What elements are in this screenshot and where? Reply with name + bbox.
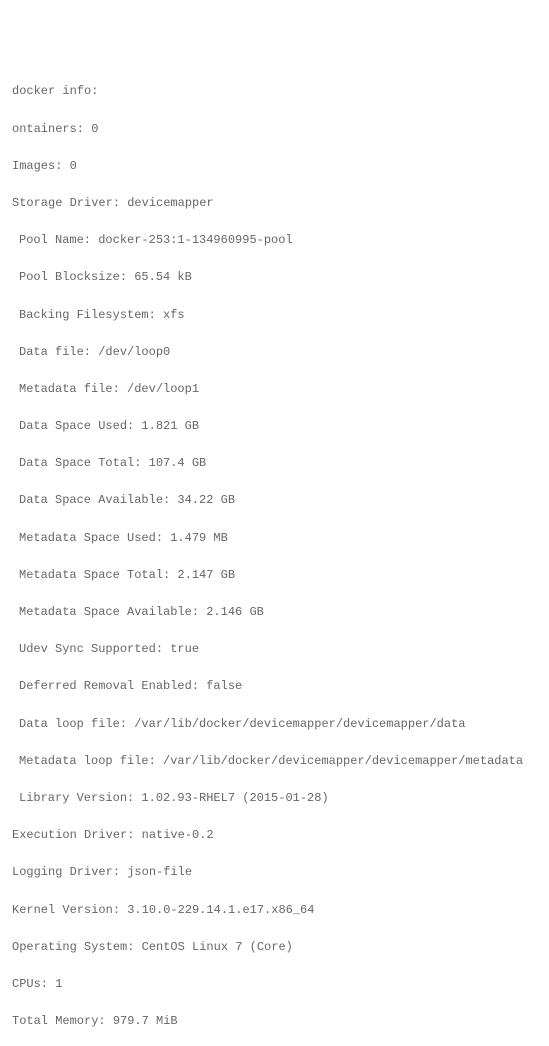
metadata-loop-file-line: Metadata loop file: /var/lib/docker/devi… bbox=[12, 752, 537, 771]
metadata-space-used-line: Metadata Space Used: 1.479 MB bbox=[12, 529, 537, 548]
backing-filesystem-line: Backing Filesystem: xfs bbox=[12, 306, 537, 325]
library-version-line: Library Version: 1.02.93-RHEL7 (2015-01-… bbox=[12, 789, 537, 808]
logging-driver-line: Logging Driver: json-file bbox=[12, 863, 537, 882]
data-space-total-line: Data Space Total: 107.4 GB bbox=[12, 454, 537, 473]
metadata-file-line: Metadata file: /dev/loop1 bbox=[12, 380, 537, 399]
pool-name-line: Pool Name: docker-253:1-134960995-pool bbox=[12, 231, 537, 250]
kernel-version-line: Kernel Version: 3.10.0-229.14.1.e17.x86_… bbox=[12, 901, 537, 920]
operating-system-line: Operating System: CentOS Linux 7 (Core) bbox=[12, 938, 537, 957]
data-loop-file-line: Data loop file: /var/lib/docker/devicema… bbox=[12, 715, 537, 734]
udev-sync-line: Udev Sync Supported: true bbox=[12, 640, 537, 659]
data-file-line: Data file: /dev/loop0 bbox=[12, 343, 537, 362]
storage-driver-line: Storage Driver: devicemapper bbox=[12, 194, 537, 213]
data-space-used-line: Data Space Used: 1.821 GB bbox=[12, 417, 537, 436]
execution-driver-line: Execution Driver: native-0.2 bbox=[12, 826, 537, 845]
cpus-line: CPUs: 1 bbox=[12, 975, 537, 994]
metadata-space-total-line: Metadata Space Total: 2.147 GB bbox=[12, 566, 537, 585]
data-space-available-line: Data Space Available: 34.22 GB bbox=[12, 491, 537, 510]
pool-blocksize-line: Pool Blocksize: 65.54 kB bbox=[12, 268, 537, 287]
images-line: Images: 0 bbox=[12, 157, 537, 176]
deferred-removal-line: Deferred Removal Enabled: false bbox=[12, 677, 537, 696]
metadata-space-available-line: Metadata Space Available: 2.146 GB bbox=[12, 603, 537, 622]
total-memory-line: Total Memory: 979.7 MiB bbox=[12, 1012, 537, 1031]
containers-line: ontainers: 0 bbox=[12, 120, 537, 139]
docker-info-header: docker info: bbox=[12, 82, 537, 101]
